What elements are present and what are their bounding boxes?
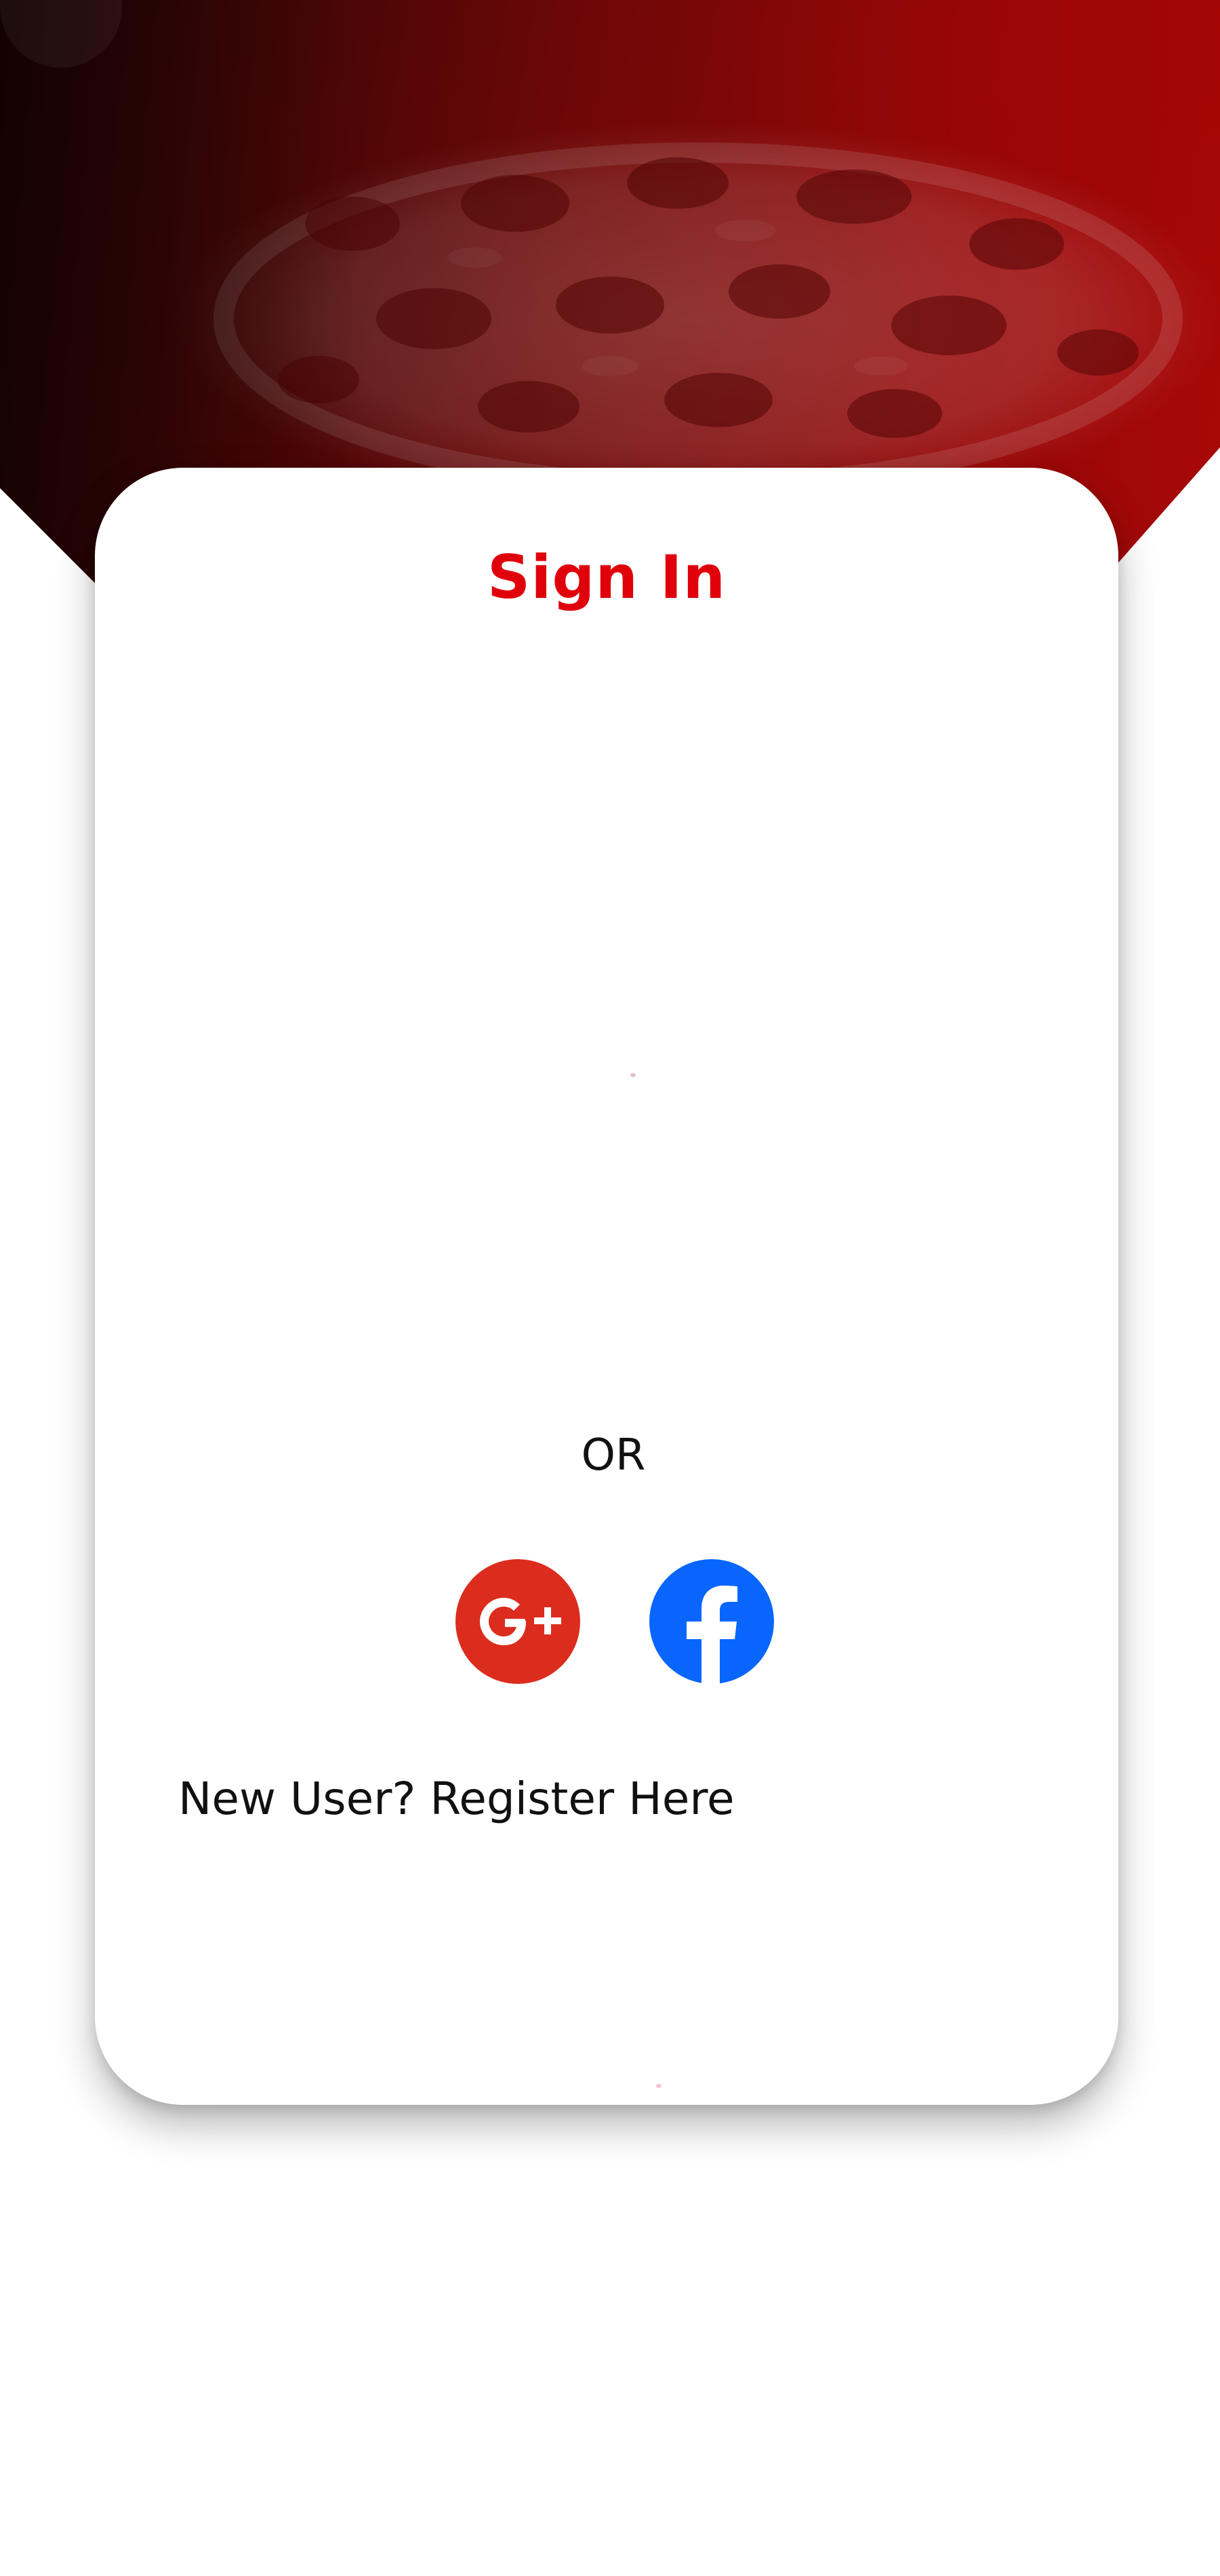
facebook-button[interactable] xyxy=(649,1559,774,1684)
register-link[interactable]: New User? Register Here xyxy=(178,1773,735,1825)
decorative-dot xyxy=(630,1073,636,1077)
page-title: Sign In xyxy=(487,542,727,612)
sign-in-screen: Sign In OR New User? Register Here xyxy=(0,0,1220,2576)
sign-in-card: Sign In OR New User? Register Here xyxy=(95,468,1118,2105)
decorative-dot xyxy=(656,2084,662,2088)
google-plus-button[interactable] xyxy=(455,1559,580,1684)
divider-or-label: OR xyxy=(581,1430,646,1481)
facebook-icon xyxy=(649,1559,774,1684)
google-plus-icon xyxy=(455,1559,580,1684)
